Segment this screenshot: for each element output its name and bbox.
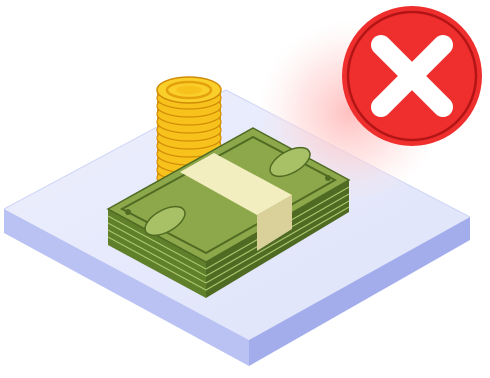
illustration-stage [0,0,490,378]
cancel-x-icon [342,6,482,146]
no-money-illustration [3,6,482,366]
